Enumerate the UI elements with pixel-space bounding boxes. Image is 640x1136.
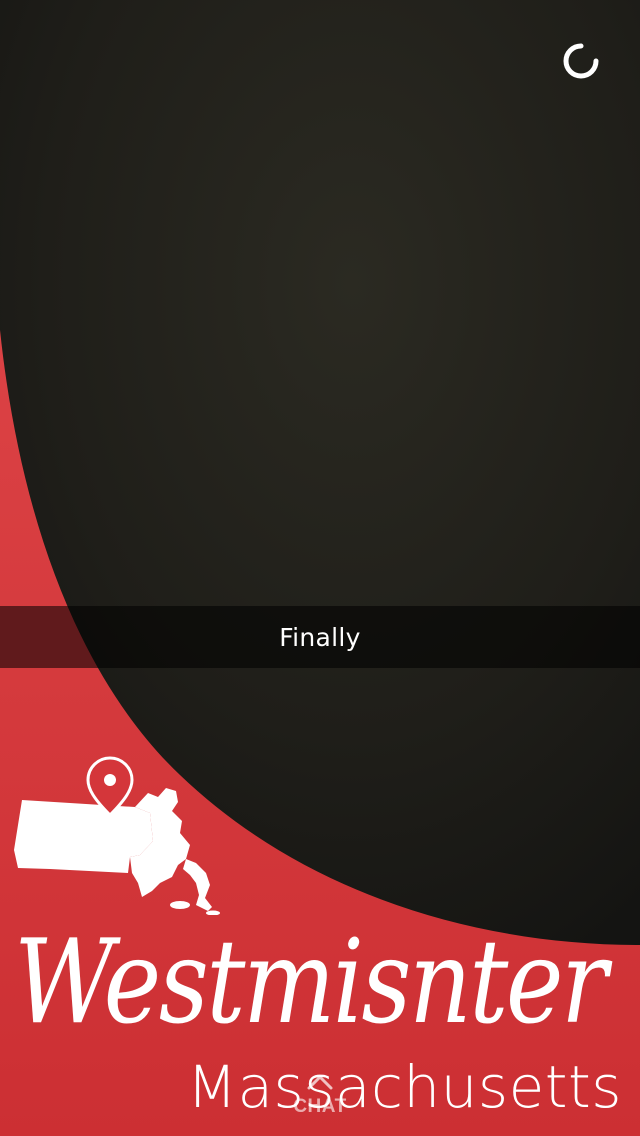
chat-swipe-button[interactable]: CHAT	[280, 1070, 360, 1130]
caption-text: Finally	[279, 622, 361, 652]
loading-spinner-icon	[563, 43, 599, 79]
geofilter-subtitle: Massachusetts	[186, 1053, 622, 1121]
snap-viewer[interactable]: Finally Westmisnter Massachusetts CHAT	[0, 0, 640, 1136]
chevron-up-icon	[307, 1075, 333, 1090]
geofilter-title: Westmisnter	[14, 915, 608, 1050]
massachusetts-map-icon	[14, 756, 220, 915]
chat-label: CHAT	[293, 1096, 347, 1117]
caption-bar[interactable]: Finally	[0, 606, 640, 668]
